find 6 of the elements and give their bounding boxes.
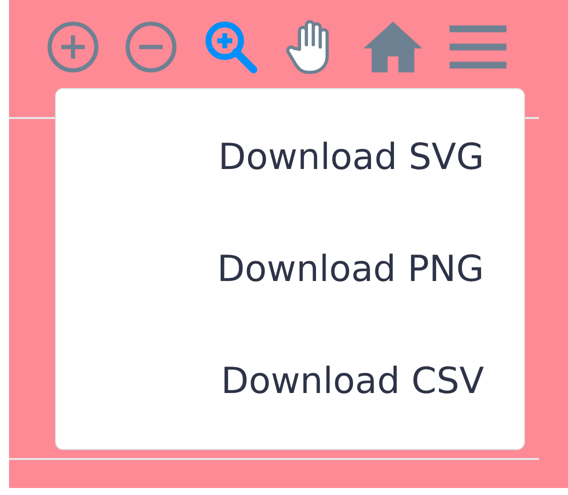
zoom-in-icon bbox=[45, 18, 101, 74]
menu-item[interactable]: Download CSV bbox=[220, 360, 484, 402]
menu-item[interactable]: Download SVG bbox=[218, 136, 484, 178]
menu-icon bbox=[447, 22, 509, 70]
menu-item[interactable]: Download PNG bbox=[217, 248, 484, 290]
zoom-out-icon bbox=[123, 18, 179, 74]
